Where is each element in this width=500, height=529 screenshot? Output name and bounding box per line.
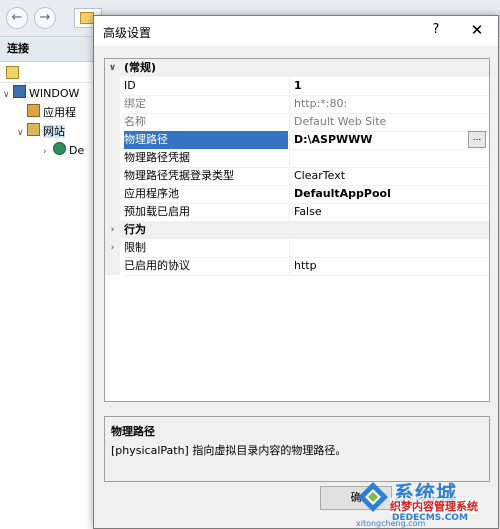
help-button[interactable]: ?	[428, 22, 444, 40]
property-row-logon-type[interactable]: 物理路径凭据登录类型 ClearText	[105, 167, 489, 186]
description-title: 物理路径	[111, 425, 155, 438]
forward-arrow-icon[interactable]: →	[34, 7, 56, 29]
property-name: ID	[124, 77, 288, 96]
property-name: 已启用的协议	[124, 257, 288, 276]
globe-icon	[53, 142, 66, 155]
row-gutter	[105, 257, 120, 275]
property-name: 物理路径凭据登录类型	[124, 167, 288, 186]
row-gutter	[105, 113, 120, 131]
property-value[interactable]	[289, 149, 489, 168]
property-row-physical-path[interactable]: 物理路径 D:\ASPWWW ...	[105, 131, 489, 150]
dialog-title: 高级设置	[103, 26, 152, 40]
watermark: 系统城 织梦内容管理系统 DEDECMS.COM xitongcheng.com	[356, 477, 500, 529]
tree-item-default-site[interactable]: › De	[43, 142, 84, 160]
connections-title: 连接	[0, 37, 93, 62]
property-value: Default Web Site	[289, 113, 489, 132]
property-name: 物理路径凭据	[124, 149, 288, 168]
watermark-subtitle: 织梦内容管理系统	[390, 498, 478, 514]
property-row-protocols[interactable]: 已启用的协议 http	[105, 257, 489, 276]
description-panel: 物理路径 [physicalPath] 指向虚拟目录内容的物理路径。	[104, 416, 490, 482]
category-behavior[interactable]: › 行为	[105, 221, 489, 239]
property-grid: ∨ (常规) ID 1 绑定 http:*:80: 名称 Default Web…	[104, 58, 490, 402]
chevron-right-icon[interactable]: ›	[105, 221, 120, 239]
sites-folder-icon	[27, 123, 40, 136]
chevron-right-icon[interactable]: ›	[43, 143, 53, 161]
chevron-right-icon[interactable]: ›	[105, 239, 120, 257]
folder-icon	[80, 12, 94, 24]
back-arrow-icon[interactable]: ←	[6, 7, 28, 29]
tree-item-label: WINDOW	[29, 87, 80, 100]
row-gutter	[105, 77, 120, 95]
row-gutter	[105, 185, 120, 203]
tree-item-sites[interactable]: ∨ 网站	[17, 123, 65, 141]
property-value: http:*:80:	[289, 95, 489, 114]
property-value[interactable]: D:\ASPWWW	[289, 131, 489, 150]
row-gutter	[105, 167, 120, 185]
property-name: 名称	[124, 113, 288, 132]
category-label: 行为	[124, 223, 146, 236]
property-value[interactable]: DefaultAppPool	[289, 185, 489, 204]
property-value[interactable]: False	[289, 203, 489, 222]
property-value[interactable]	[289, 239, 489, 258]
property-value[interactable]: http	[289, 257, 489, 276]
row-gutter	[105, 203, 120, 221]
dialog-titlebar: 高级设置 ? ✕	[94, 16, 498, 46]
category-label: (常规)	[124, 61, 157, 74]
property-value[interactable]: 1	[289, 77, 489, 96]
row-gutter	[105, 95, 120, 113]
advanced-settings-dialog: 高级设置 ? ✕ ∨ (常规) ID 1 绑定 http:*:80: 名称 De…	[93, 15, 499, 529]
category-general[interactable]: ∨ (常规)	[105, 59, 489, 77]
tree-item-label: De	[69, 144, 85, 157]
property-name: 绑定	[124, 95, 288, 114]
watermark-logo-icon	[358, 482, 388, 512]
app-pool-icon	[27, 104, 40, 117]
close-button[interactable]: ✕	[468, 21, 486, 39]
property-row-binding[interactable]: 绑定 http:*:80:	[105, 95, 489, 114]
property-row-credentials[interactable]: 物理路径凭据	[105, 149, 489, 168]
description-text: [physicalPath] 指向虚拟目录内容的物理路径。	[111, 444, 347, 457]
property-name: 应用程序池	[124, 185, 288, 204]
watermark-url-secondary: xitongcheng.com	[356, 519, 426, 528]
connections-toolbar	[0, 62, 93, 83]
property-row-id[interactable]: ID 1	[105, 77, 489, 96]
property-row-name[interactable]: 名称 Default Web Site	[105, 113, 489, 132]
property-row-preload[interactable]: 预加载已启用 False	[105, 203, 489, 222]
connect-icon[interactable]	[6, 66, 19, 79]
connections-panel: 连接 ∨ WINDOW 应用程 ∨ 网站 › De	[0, 37, 94, 529]
row-gutter	[105, 149, 120, 167]
tree-item-label: 网站	[43, 125, 65, 138]
property-value[interactable]: ClearText	[289, 167, 489, 186]
row-gutter	[105, 131, 120, 149]
property-name: 物理路径	[124, 131, 288, 150]
tree-item-label: 应用程	[43, 106, 76, 119]
property-row-app-pool[interactable]: 应用程序池 DefaultAppPool	[105, 185, 489, 204]
browse-ellipsis-button[interactable]: ...	[468, 131, 486, 148]
property-row-limits[interactable]: › 限制	[105, 239, 489, 258]
chevron-down-icon[interactable]: ∨	[17, 124, 27, 142]
server-icon	[13, 85, 26, 98]
chevron-down-icon[interactable]: ∨	[3, 86, 13, 104]
property-name: 限制	[124, 239, 288, 258]
property-name: 预加载已启用	[124, 203, 288, 222]
tree-item-app-pools[interactable]: 应用程	[27, 104, 76, 122]
tree-item-server[interactable]: ∨ WINDOW	[3, 85, 79, 103]
chevron-down-icon[interactable]: ∨	[105, 59, 120, 77]
